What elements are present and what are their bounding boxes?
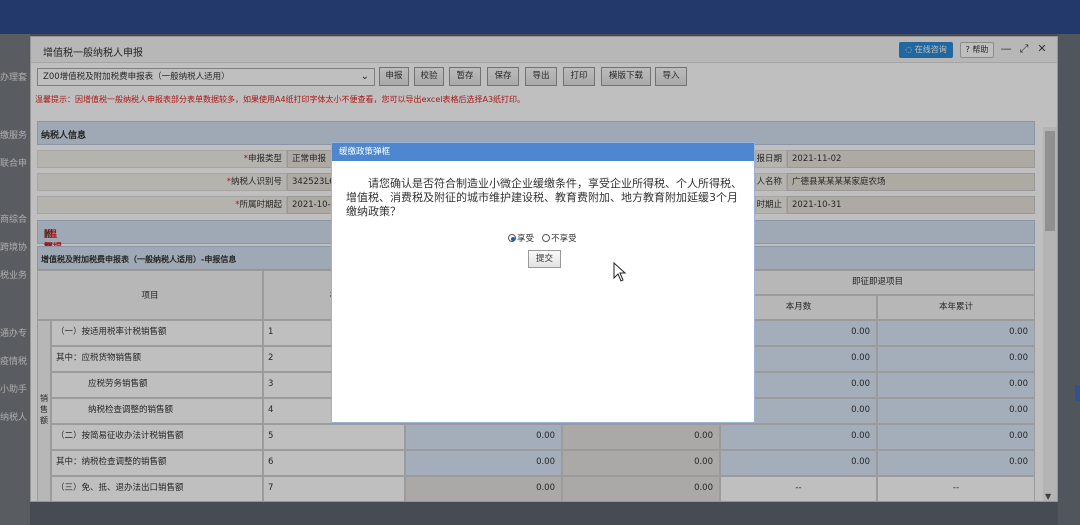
radio-not-enjoy[interactable]: 不享受 [542, 234, 577, 244]
dialog-title: 缓缴政策弹框 [332, 143, 754, 161]
radio-enjoy-label: 享受 [517, 234, 535, 244]
radio-enjoy[interactable]: 享受 [508, 234, 534, 244]
mouse-pointer-icon [613, 262, 627, 282]
radio-unchecked-icon [542, 234, 551, 242]
deferral-radio-group: 享受 不享受 [508, 232, 577, 244]
submit-button[interactable]: 提交 [528, 250, 561, 268]
deferral-policy-dialog: 缓缴政策弹框 请您确认是否符合制造业小微企业缓缴条件，享受企业所得税、个人所得税… [331, 142, 755, 423]
radio-not-enjoy-label: 不享受 [551, 234, 577, 244]
radio-checked-icon [508, 234, 516, 242]
dialog-message: 请您确认是否符合制造业小微企业缓缴条件，享受企业所得税、个人所得税、增值税、消费… [346, 177, 742, 218]
